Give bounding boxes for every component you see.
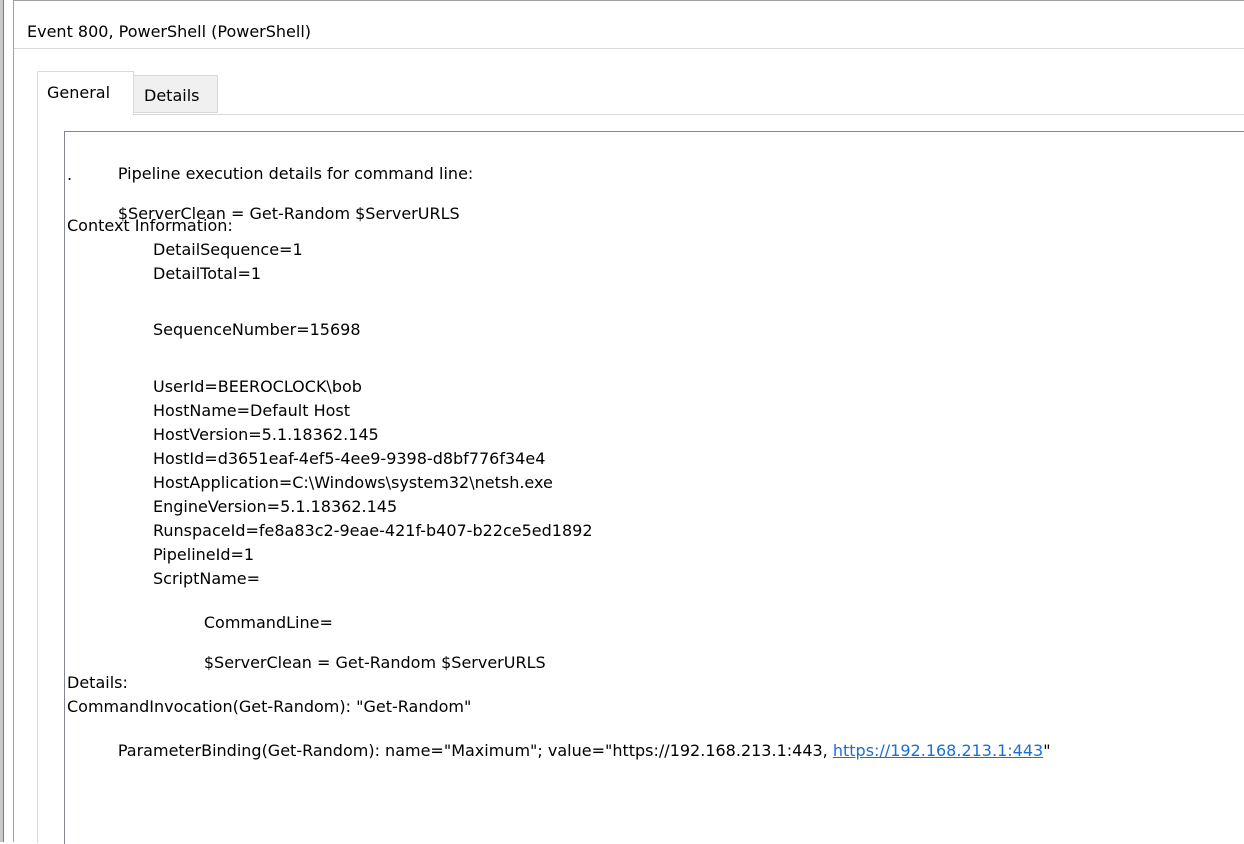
user-id: UserId=BEEROCLOCK\bob <box>153 377 362 396</box>
pipeline-label: Pipeline execution details for command l… <box>117 164 474 183</box>
left-window-edge <box>0 0 4 842</box>
engine-version: EngineVersion=5.1.18362.145 <box>153 497 398 516</box>
parameter-binding-suffix: " <box>1043 741 1051 760</box>
host-application: HostApplication=C:\Windows\system32\nets… <box>153 473 553 492</box>
detail-sequence: DetailSequence=1 <box>153 240 303 259</box>
sequence-number: SequenceNumber=15698 <box>153 320 361 339</box>
runspace-id: RunspaceId=fe8a83c2-9eae-421f-b407-b22ce… <box>153 521 593 540</box>
tab-general-label: General <box>47 83 111 102</box>
event-title: Event 800, PowerShell (PowerShell) <box>27 22 312 41</box>
trailing-dot: . <box>67 165 73 184</box>
command-line-value: $ServerClean = Get-Random $ServerURLS <box>203 653 546 672</box>
command-line-label: CommandLine= <box>203 613 333 632</box>
event-properties-window: Event 800, PowerShell (PowerShell) Gener… <box>13 0 1244 844</box>
pipeline-id: PipelineId=1 <box>153 545 255 564</box>
tab-strip: General Details Pipeline execution detai… <box>14 49 1244 844</box>
details-heading: Details: <box>67 673 128 692</box>
host-version: HostVersion=5.1.18362.145 <box>153 425 379 444</box>
parameter-binding-link[interactable]: https://192.168.213.1:443 <box>833 741 1043 760</box>
tab-details-label: Details <box>144 86 200 105</box>
detail-total: DetailTotal=1 <box>153 264 262 283</box>
event-title-bar: Event 800, PowerShell (PowerShell) <box>14 1 1244 49</box>
context-heading: Context Information: <box>67 216 233 235</box>
tab-general[interactable]: General <box>37 71 134 115</box>
general-tab-panel: Pipeline execution details for command l… <box>37 114 1244 844</box>
command-invocation: CommandInvocation(Get-Random): "Get-Rand… <box>67 697 472 716</box>
command-line: CommandLine= $ServerClean = Get-Random $… <box>153 593 546 693</box>
host-name: HostName=Default Host <box>153 401 351 420</box>
parameter-binding: ParameterBinding(Get-Random): name="Maxi… <box>67 721 1051 781</box>
host-id: HostId=d3651eaf-4ef5-4ee9-9398-d8bf776f3… <box>153 449 546 468</box>
script-name: ScriptName= <box>153 569 261 588</box>
tab-details[interactable]: Details <box>134 75 218 113</box>
event-message-text[interactable]: Pipeline execution details for command l… <box>64 131 1244 844</box>
parameter-binding-prefix: ParameterBinding(Get-Random): name="Maxi… <box>117 741 833 760</box>
